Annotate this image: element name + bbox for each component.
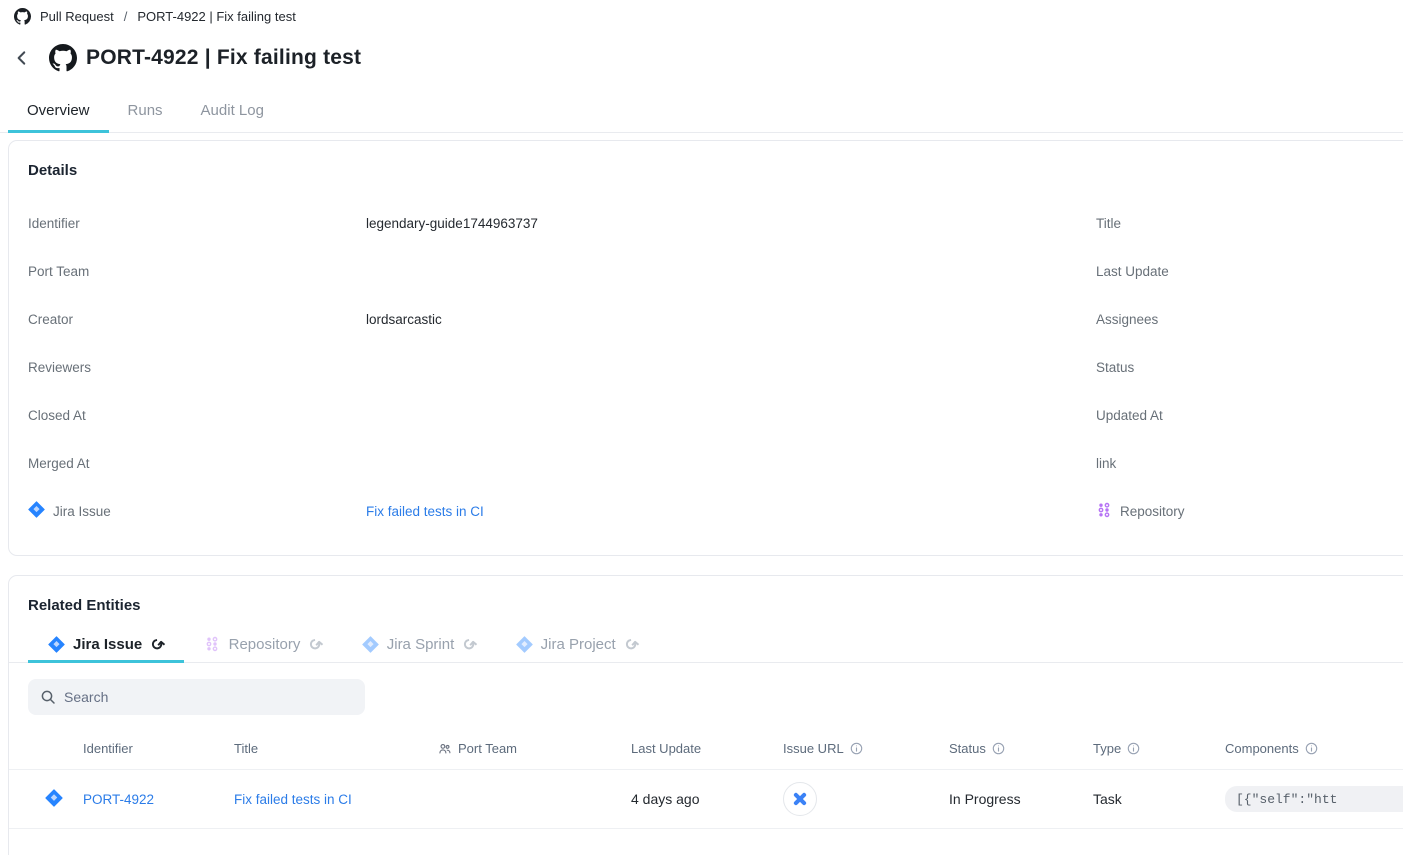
issue-url-badge[interactable]	[783, 782, 817, 816]
chevron-left-icon	[13, 49, 31, 67]
search-icon	[40, 689, 56, 705]
row-last-update: 4 days ago	[623, 791, 775, 807]
team-icon	[438, 742, 452, 756]
breadcrumb-blueprint[interactable]: Pull Request	[40, 9, 114, 24]
header-cell-port-team[interactable]: Port Team	[430, 741, 623, 756]
field-label-title: Title	[1096, 216, 1403, 231]
repository-icon	[204, 636, 221, 653]
tab-runs[interactable]: Runs	[109, 90, 182, 133]
breadcrumb: Pull Request / PORT-4922 | Fix failing t…	[0, 0, 296, 32]
header-cell-last-update[interactable]: Last Update	[623, 741, 775, 756]
related-entities-heading: Related Entities	[28, 597, 1403, 614]
info-icon[interactable]	[850, 742, 863, 755]
github-icon	[14, 8, 31, 25]
field-label-updated-at: Updated At	[1096, 408, 1403, 423]
row-title-link[interactable]: Fix failed tests in CI	[234, 792, 352, 807]
related-tab-jira-issue[interactable]: Jira Issue	[28, 629, 184, 663]
detail-row: Creator lordsarcastic Assignees	[28, 295, 1403, 343]
field-label-status: Status	[1096, 360, 1403, 375]
search-input[interactable]	[64, 689, 353, 705]
related-tab-repository[interactable]: Repository	[184, 629, 342, 663]
row-status: In Progress	[941, 791, 1085, 807]
field-label-reviewers: Reviewers	[28, 360, 366, 375]
field-label-assignees: Assignees	[1096, 312, 1403, 327]
related-tab-label: Jira Sprint	[387, 636, 455, 653]
github-icon	[49, 44, 77, 72]
field-label-port-team: Port Team	[28, 264, 366, 279]
repository-icon	[1096, 502, 1112, 521]
detail-row: Reviewers Status	[28, 343, 1403, 391]
details-heading: Details	[28, 162, 1403, 179]
detail-row: Port Team Last Update	[28, 247, 1403, 295]
field-label-identifier: Identifier	[28, 216, 366, 231]
table-header-row: Identifier Title Port Team Last Update I…	[9, 728, 1403, 770]
related-tab-jira-sprint[interactable]: Jira Sprint	[342, 629, 496, 663]
jira-icon	[28, 501, 45, 521]
field-value-identifier: legendary-guide1744963737	[366, 216, 1096, 231]
field-label-closed-at: Closed At	[28, 408, 366, 423]
page-title: PORT-4922 | Fix failing test	[86, 46, 361, 70]
jira-icon	[362, 636, 379, 653]
issue-link-icon	[792, 791, 808, 807]
detail-row: Identifier legendary-guide1744963737 Tit…	[28, 199, 1403, 247]
search-bar	[28, 679, 365, 715]
components-chip[interactable]: [{"self":"htt	[1225, 786, 1403, 812]
detail-row-relations: Jira Issue Fix failed tests in CI Reposi…	[28, 487, 1403, 535]
tab-audit-log[interactable]: Audit Log	[182, 90, 283, 133]
related-tab-jira-project[interactable]: Jira Project	[496, 629, 657, 663]
entity-page: Pull Request / PORT-4922 | Fix failing t…	[0, 0, 1403, 855]
jira-icon	[516, 636, 533, 653]
info-icon[interactable]	[1305, 742, 1318, 755]
header-cell-type[interactable]: Type	[1085, 741, 1217, 756]
relation-arrow-icon	[308, 635, 321, 655]
tab-overview[interactable]: Overview	[8, 90, 109, 133]
related-tab-label: Jira Issue	[73, 636, 142, 653]
jira-icon	[45, 789, 63, 810]
info-icon[interactable]	[992, 742, 1005, 755]
relation-arrow-icon	[624, 635, 637, 655]
breadcrumb-separator: /	[123, 9, 129, 24]
detail-row: Merged At link	[28, 439, 1403, 487]
table-row[interactable]: PORT-4922 Fix failed tests in CI 4 days …	[9, 770, 1403, 829]
details-card: Details Identifier legendary-guide174496…	[8, 140, 1403, 556]
jira-icon	[48, 636, 65, 653]
relation-arrow-icon	[462, 635, 475, 655]
row-type: Task	[1085, 791, 1217, 807]
field-label-creator: Creator	[28, 312, 366, 327]
tab-bar: Overview Runs Audit Log	[0, 90, 1403, 133]
field-label-last-update: Last Update	[1096, 264, 1403, 279]
field-label-jira-issue: Jira Issue	[53, 504, 111, 519]
header-cell-components[interactable]: Components	[1217, 741, 1403, 756]
header-cell-title[interactable]: Title	[226, 741, 430, 756]
relation-arrow-icon	[150, 635, 163, 655]
details-fields: Identifier legendary-guide1744963737 Tit…	[28, 199, 1403, 535]
header-cell-status[interactable]: Status	[941, 741, 1085, 756]
breadcrumb-current: PORT-4922 | Fix failing test	[137, 9, 295, 24]
related-tab-label: Repository	[229, 636, 301, 653]
related-tabs: Jira Issue Repository Jira Sprint	[9, 629, 1403, 663]
info-icon[interactable]	[1127, 742, 1140, 755]
header-cell-identifier[interactable]: Identifier	[75, 741, 226, 756]
field-value-creator: lordsarcastic	[366, 312, 1096, 327]
related-entities-card: Related Entities Jira Issue Repository	[8, 575, 1403, 855]
header-cell-issue-url[interactable]: Issue URL	[775, 741, 941, 756]
row-identifier-link[interactable]: PORT-4922	[83, 792, 154, 807]
field-label-merged-at: Merged At	[28, 456, 366, 471]
field-label-link: link	[1096, 456, 1403, 471]
detail-row: Closed At Updated At	[28, 391, 1403, 439]
related-tab-label: Jira Project	[541, 636, 616, 653]
page-header: PORT-4922 | Fix failing test	[10, 39, 361, 77]
field-label-repository: Repository	[1120, 504, 1185, 519]
back-button[interactable]	[10, 46, 34, 70]
jira-issue-link[interactable]: Fix failed tests in CI	[366, 504, 484, 519]
